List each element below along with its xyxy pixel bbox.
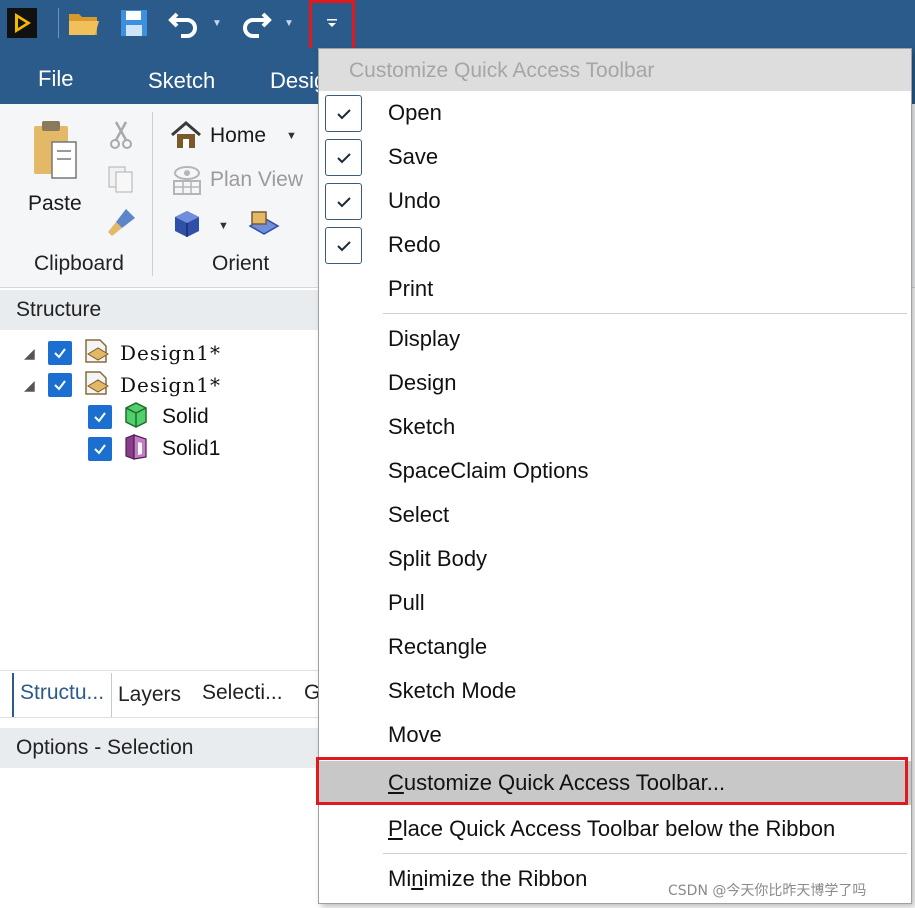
menu-item-design[interactable]: Design	[319, 361, 911, 405]
customize-button-highlight	[309, 0, 355, 52]
plan-view-label[interactable]: Plan View	[210, 168, 303, 192]
app-logo-icon[interactable]	[4, 4, 40, 42]
tree-item-label: Solid1	[162, 437, 221, 460]
menu-item-rectangle[interactable]: Rectangle	[319, 625, 911, 669]
home-icon[interactable]	[170, 120, 202, 155]
menu-item-place-qat-below[interactable]: Place Quick Access Toolbar below the Rib…	[319, 807, 911, 851]
menu-item-label: Open	[388, 100, 442, 125]
menu-item-label: Place Quick Access Toolbar below the Rib…	[388, 816, 836, 841]
paste-icon[interactable]	[30, 118, 82, 187]
menu-item-label: Split Body	[388, 546, 488, 571]
snap-view-icon[interactable]	[244, 208, 280, 245]
design-icon	[82, 336, 112, 371]
expand-arrow-icon[interactable]: ◢	[24, 345, 38, 362]
checkmark-icon	[325, 227, 362, 264]
menu-item-label: Save	[388, 144, 439, 169]
cut-scissors-icon[interactable]	[108, 120, 134, 155]
customize-item-highlight	[316, 757, 908, 805]
redo-arrow-icon[interactable]	[236, 4, 276, 42]
menu-item-label: Display	[388, 326, 461, 351]
menu-item-save[interactable]: Save	[319, 135, 911, 179]
menu-item-label: Minimize the Ribbon	[388, 866, 588, 891]
menu-header-label: Customize Quick Access Toolbar	[349, 59, 655, 82]
menu-item-undo[interactable]: Undo	[319, 179, 911, 223]
view-cube-icon[interactable]	[172, 208, 202, 245]
tree-row[interactable]: ◢ Design1*	[24, 370, 221, 400]
visibility-checkbox[interactable]	[48, 341, 72, 365]
options-panel-title: Options - Selection	[16, 736, 194, 759]
open-folder-icon[interactable]	[64, 4, 104, 42]
tree-row[interactable]: Solid	[88, 400, 209, 435]
menu-item-open[interactable]: Open	[319, 91, 911, 135]
design-icon	[82, 368, 112, 403]
menu-item-label: Design	[388, 370, 457, 395]
menu-item-label: Select	[388, 502, 450, 527]
menu-item-pull[interactable]: Pull	[319, 581, 911, 625]
menu-item-display[interactable]: Display	[319, 317, 911, 361]
menu-item-redo[interactable]: Redo	[319, 223, 911, 267]
menu-item-move[interactable]: Move	[319, 713, 911, 757]
checkmark-icon	[325, 183, 362, 220]
menu-item-sketch-mode[interactable]: Sketch Mode	[319, 669, 911, 713]
structure-panel-title: Structure	[16, 298, 102, 321]
menu-item-label: Sketch	[388, 414, 456, 439]
toolbar-separator	[58, 8, 59, 38]
orient-group-label: Orient	[212, 252, 270, 275]
checkmark-icon	[325, 139, 362, 176]
copy-icon[interactable]	[106, 164, 136, 199]
undo-arrow-icon[interactable]	[164, 4, 204, 42]
tab-structure[interactable]: Structu...	[20, 681, 104, 705]
menu-item-label: SpaceClaim Options	[388, 458, 589, 483]
panel-tab-strip: Structu... Layers Selecti... G	[0, 670, 320, 718]
paste-label[interactable]: Paste	[28, 192, 82, 216]
checkmark-icon	[325, 95, 362, 132]
tree-item-label: Design1*	[120, 341, 221, 365]
visibility-checkbox[interactable]	[48, 373, 72, 397]
menu-item-label: Move	[388, 722, 442, 747]
home-dropdown-icon[interactable]: ▼	[286, 130, 297, 142]
menu-item-split-body[interactable]: Split Body	[319, 537, 911, 581]
view-dropdown-icon[interactable]: ▼	[218, 220, 229, 232]
home-label[interactable]: Home	[210, 124, 266, 148]
undo-dropdown-icon[interactable]: ▼	[212, 18, 222, 29]
quick-access-toolbar: ▼ ▼	[0, 0, 915, 48]
menu-item-label: Undo	[388, 188, 441, 213]
tab-selection[interactable]: Selecti...	[202, 681, 283, 705]
redo-dropdown-icon[interactable]: ▼	[284, 18, 294, 29]
solid-body-icon	[122, 432, 150, 467]
menu-item-spaceclaim-options[interactable]: SpaceClaim Options	[319, 449, 911, 493]
clipboard-group-label: Clipboard	[34, 252, 124, 275]
menu-divider	[383, 313, 907, 314]
menu-divider	[383, 853, 907, 854]
solid-body-icon	[122, 400, 150, 435]
format-painter-icon[interactable]	[106, 206, 138, 243]
structure-panel-header: Structure	[0, 290, 320, 330]
menu-item-sketch[interactable]: Sketch	[319, 405, 911, 449]
tree-row[interactable]: Solid1	[88, 432, 221, 467]
tab-file[interactable]: File	[38, 66, 73, 92]
options-panel-header: Options - Selection	[0, 728, 320, 768]
menu-item-print[interactable]: Print	[319, 267, 911, 311]
tab-layers[interactable]: Layers	[118, 683, 181, 707]
menu-item-select[interactable]: Select	[319, 493, 911, 537]
menu-item-label: Sketch Mode	[388, 678, 517, 703]
tree-row[interactable]: ◢ Design1*	[24, 338, 221, 368]
group-separator	[152, 112, 153, 276]
menu-item-label: Rectangle	[388, 634, 488, 659]
menu-item-label: Redo	[388, 232, 441, 257]
tree-item-label: Solid	[162, 405, 209, 428]
plan-view-icon[interactable]	[170, 164, 204, 201]
menu-header: Customize Quick Access Toolbar	[319, 49, 911, 91]
visibility-checkbox[interactable]	[88, 437, 112, 461]
menu-item-label: Pull	[388, 590, 425, 615]
visibility-checkbox[interactable]	[88, 405, 112, 429]
tab-sketch[interactable]: Sketch	[148, 68, 215, 94]
tree-item-label: Design1*	[120, 373, 221, 397]
expand-arrow-icon[interactable]: ◢	[24, 377, 38, 394]
menu-item-label: Print	[388, 276, 434, 301]
save-disk-icon[interactable]	[114, 4, 154, 42]
watermark: CSDN @今天你比昨天博学了吗	[668, 883, 867, 899]
